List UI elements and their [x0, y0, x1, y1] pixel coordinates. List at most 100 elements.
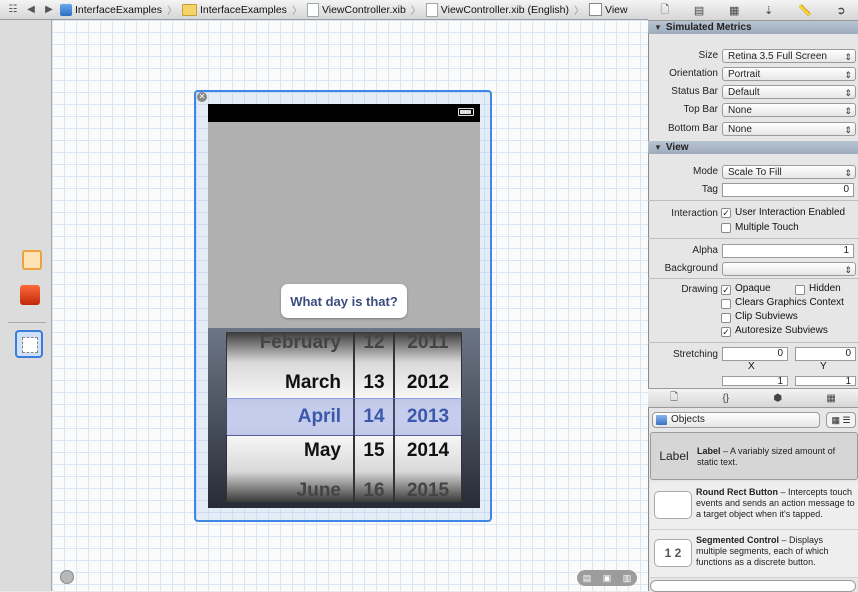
layout-buttons[interactable]: ▤ ▣ ▥	[577, 570, 637, 586]
month-row[interactable]: May	[227, 434, 353, 468]
day-row[interactable]: 12	[355, 332, 393, 360]
top-bar-popup[interactable]: None	[722, 103, 856, 118]
document-outline-dock	[0, 20, 52, 591]
media-library-icon[interactable]: ▦	[826, 393, 835, 404]
divider	[648, 278, 858, 279]
folder-icon	[181, 3, 197, 16]
user-interaction-checkbox[interactable]: ✓	[721, 208, 731, 218]
outline-toggle-button[interactable]	[60, 570, 74, 584]
year-row[interactable]: 2015	[395, 474, 461, 502]
divider	[648, 342, 858, 343]
bottom-bar-popup[interactable]: None	[722, 122, 856, 137]
size-label: Size	[698, 50, 718, 61]
breadcrumb-label: InterfaceExamples	[75, 3, 162, 16]
year-row[interactable]: 2011	[395, 332, 461, 360]
library-tabs: 🗋 {} ⬢ ▦	[648, 388, 858, 408]
status-bar-popup[interactable]: Default	[722, 85, 856, 100]
library-search-field[interactable]	[650, 580, 856, 592]
stretch-width-field[interactable]: 1	[722, 376, 788, 387]
back-arrow-icon[interactable]: ◀	[24, 3, 38, 17]
forward-arrow-icon[interactable]: ▶	[42, 3, 56, 17]
identity-inspector-icon[interactable]: ▦	[729, 4, 739, 17]
picker-selection-bar	[226, 398, 462, 436]
stretch-x-field[interactable]: 0	[722, 347, 788, 361]
multiple-touch-checkbox[interactable]	[721, 223, 731, 233]
library-item-segmented-control[interactable]: 1 2 Segmented Control – Displays multipl…	[650, 530, 858, 578]
code-snippet-icon[interactable]: {}	[722, 393, 729, 404]
size-inspector-icon[interactable]: 📏	[798, 4, 812, 17]
connections-inspector-icon[interactable]: ➲	[836, 4, 845, 17]
breadcrumb-xib-localized[interactable]: ViewController.xib (English)	[425, 2, 569, 17]
day-row[interactable]: 16	[355, 474, 393, 502]
hidden-checkbox[interactable]	[795, 285, 805, 295]
attributes-inspector-icon[interactable]: ⇣	[764, 4, 773, 17]
year-row[interactable]: 2014	[395, 434, 461, 468]
breadcrumb-project[interactable]: InterfaceExamples	[60, 3, 162, 16]
status-bar-label: Status Bar	[671, 86, 718, 97]
related-items-icon[interactable]: ☷	[6, 3, 20, 17]
first-responder-cube-icon[interactable]	[20, 285, 40, 305]
drawing-label: Drawing	[681, 284, 718, 295]
placeholder-cube-icon[interactable]	[22, 250, 42, 270]
disclosure-triangle-icon[interactable]: ▼	[654, 23, 662, 32]
item-name: Label	[697, 446, 721, 456]
item-name: Segmented Control	[696, 535, 780, 545]
chevron-right-icon: 〉	[291, 6, 302, 17]
mode-popup[interactable]: Scale To Fill	[722, 165, 856, 180]
breadcrumb-view[interactable]: View	[589, 3, 628, 16]
object-library-icon[interactable]: ⬢	[773, 393, 782, 404]
top-bar-label: Top Bar	[683, 104, 718, 115]
bottom-bar-label: Bottom Bar	[667, 123, 718, 134]
resolve-icon[interactable]: ▥	[623, 573, 632, 584]
simulated-metrics-header[interactable]: ▼ Simulated Metrics	[648, 21, 858, 34]
breadcrumb-group[interactable]: InterfaceExamples	[181, 3, 287, 16]
library-filter-popup[interactable]: Objects	[652, 412, 820, 428]
pin-icon[interactable]: ▣	[603, 573, 612, 584]
disclosure-triangle-icon[interactable]: ▼	[654, 143, 662, 152]
stretch-height-field[interactable]: 1	[795, 376, 856, 387]
view-section-header[interactable]: ▼ View	[648, 141, 858, 154]
date-label[interactable]: What day is that?	[281, 284, 407, 318]
breadcrumb-xib[interactable]: ViewController.xib	[306, 2, 406, 17]
clears-graphics-checkbox[interactable]	[721, 299, 731, 309]
button-thumb	[654, 491, 692, 519]
stretch-y-field[interactable]: 0	[795, 347, 856, 361]
view-object-icon[interactable]	[15, 330, 43, 358]
divider	[648, 200, 858, 201]
user-interaction-label: User Interaction Enabled	[735, 207, 846, 218]
file-inspector-icon[interactable]: 🗋	[660, 1, 669, 20]
library-item-text: Label – A variably sized amount of stati…	[697, 446, 857, 468]
project-icon	[60, 3, 72, 16]
file-template-icon[interactable]: 🗋	[670, 390, 678, 407]
year-row[interactable]: 2012	[395, 366, 461, 400]
mode-label: Mode	[692, 166, 718, 177]
orientation-label: Orientation	[669, 68, 718, 79]
grid-list-toggle[interactable]: ▦ ☰	[826, 412, 856, 428]
library-item-label[interactable]: Label Label – A variably sized amount of…	[650, 432, 858, 480]
multiple-touch-label: Multiple Touch	[735, 222, 799, 233]
quick-help-icon[interactable]: ▤	[694, 4, 704, 17]
library-item-round-rect-button[interactable]: Round Rect Button – Intercepts touch eve…	[650, 482, 858, 530]
segmented-thumb: 1 2	[654, 539, 692, 567]
orientation-popup[interactable]: Portrait	[722, 67, 856, 82]
size-popup[interactable]: Retina 3.5 Full Screen	[722, 49, 856, 64]
month-row[interactable]: June	[227, 474, 353, 502]
library-item-text: Segmented Control – Displays multiple se…	[696, 535, 856, 568]
chevron-right-icon: 〉	[166, 6, 177, 17]
day-row[interactable]: 13	[355, 366, 393, 400]
month-row[interactable]: March	[227, 366, 353, 400]
align-icon[interactable]: ▤	[583, 573, 592, 584]
clip-subviews-checkbox[interactable]	[721, 313, 731, 323]
alpha-field[interactable]: 1	[722, 244, 854, 258]
background-color-well[interactable]	[722, 262, 856, 277]
tag-field[interactable]: 0	[722, 183, 854, 197]
opaque-checkbox[interactable]: ✓	[721, 285, 731, 295]
autoresize-subviews-checkbox[interactable]: ✓	[721, 327, 731, 337]
autoresize-subviews-label: Autoresize Subviews	[735, 325, 828, 336]
month-row[interactable]: February	[227, 332, 353, 360]
close-icon[interactable]: ✕	[197, 92, 207, 102]
background-label: Background	[664, 263, 718, 274]
tag-label: Tag	[701, 184, 718, 195]
y-label: Y	[820, 361, 827, 372]
day-row[interactable]: 15	[355, 434, 393, 468]
